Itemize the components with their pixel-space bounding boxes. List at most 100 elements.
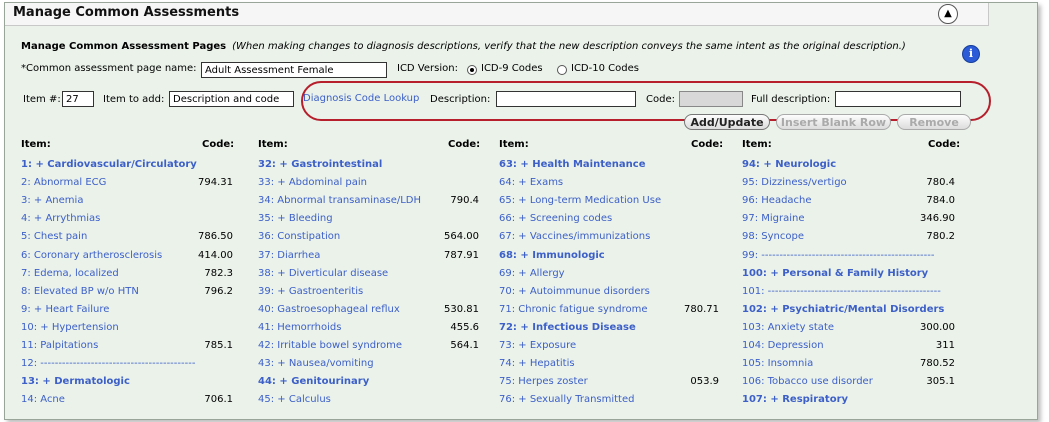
list-item[interactable]: 38: + Diverticular disease bbox=[258, 268, 388, 279]
col1-code-header: Code: bbox=[202, 139, 235, 150]
list-item[interactable]: 4: + Arrythmias bbox=[21, 213, 100, 224]
list-item[interactable]: 6: Coronary artherosclerosis bbox=[21, 250, 162, 261]
col1-item-header: Item: bbox=[21, 139, 51, 150]
list-item[interactable]: 37: Diarrhea bbox=[258, 250, 320, 261]
list-item[interactable]: 94: + Neurologic bbox=[742, 159, 836, 170]
info-icon[interactable]: i bbox=[962, 45, 980, 63]
list-item-code: 784.0 bbox=[926, 195, 955, 206]
list-item[interactable]: 11: Palpitations bbox=[21, 340, 98, 351]
list-item[interactable]: 102: + Psychiatric/Mental Disorders bbox=[742, 304, 944, 315]
list-item-code: 305.1 bbox=[926, 376, 955, 387]
list-item-code: 414.00 bbox=[198, 250, 233, 261]
list-item[interactable]: 99: ------------------------------------… bbox=[742, 250, 934, 261]
icd10-radio[interactable] bbox=[557, 65, 567, 75]
list-item[interactable]: 67: + Vaccines/immunizations bbox=[499, 231, 650, 242]
list-item[interactable]: 43: + Nausea/vomiting bbox=[258, 358, 374, 369]
collapse-up-icon[interactable]: ▲ bbox=[938, 4, 958, 24]
col3-item-header: Item: bbox=[499, 139, 529, 150]
list-item[interactable]: 5: Chest pain bbox=[21, 231, 87, 242]
list-item[interactable]: 101: -----------------------------------… bbox=[742, 286, 941, 297]
col4-item-header: Item: bbox=[742, 139, 772, 150]
list-item[interactable]: 8: Elevated BP w/o HTN bbox=[21, 286, 139, 297]
item-number-label: Item #: bbox=[23, 94, 61, 105]
list-item[interactable]: 74: + Hepatitis bbox=[499, 358, 575, 369]
list-item[interactable]: 14: Acne bbox=[21, 394, 65, 405]
list-item[interactable]: 42: Irritable bowel syndrome bbox=[258, 340, 402, 351]
list-item[interactable]: 70: + Autoimmunue disorders bbox=[499, 286, 650, 297]
title-bar: Manage Common Assessments ▲ bbox=[5, 3, 989, 26]
list-item[interactable]: 33: + Abdominal pain bbox=[258, 177, 367, 188]
page-name-label: *Common assessment page name: bbox=[21, 63, 197, 74]
list-item[interactable]: 32: + Gastrointestinal bbox=[258, 159, 382, 170]
icd9-radio[interactable] bbox=[467, 65, 477, 75]
list-item[interactable]: 45: + Calculus bbox=[258, 394, 331, 405]
list-item[interactable]: 73: + Exposure bbox=[499, 340, 576, 351]
list-item[interactable]: 65: + Long-term Medication Use bbox=[499, 195, 661, 206]
list-item-code: 780.52 bbox=[920, 358, 955, 369]
item-to-add-label: Item to add: bbox=[103, 94, 165, 105]
section-note: (When making changes to diagnosis descri… bbox=[232, 41, 906, 52]
list-item-code: 455.6 bbox=[450, 322, 479, 333]
list-item[interactable]: 76: + Sexually Transmitted bbox=[499, 394, 634, 405]
list-item-code: 706.1 bbox=[204, 394, 233, 405]
list-item-code: 790.4 bbox=[450, 195, 479, 206]
list-item-code: 794.31 bbox=[198, 177, 233, 188]
list-item[interactable]: 34: Abnormal transaminase/LDH bbox=[258, 195, 421, 206]
list-item[interactable]: 64: + Exams bbox=[499, 177, 563, 188]
list-item[interactable]: 63: + Health Maintenance bbox=[499, 159, 645, 170]
list-item[interactable]: 7: Edema, localized bbox=[21, 268, 119, 279]
icd10-label: ICD-10 Codes bbox=[571, 63, 639, 74]
list-item[interactable]: 13: + Dermatologic bbox=[21, 376, 130, 387]
assessments-panel: Manage Common Assessments ▲ Manage Commo… bbox=[4, 2, 1038, 420]
list-item-code: 346.90 bbox=[920, 213, 955, 224]
list-item-code: 780.71 bbox=[684, 304, 719, 315]
list-item-code: 300.00 bbox=[920, 322, 955, 333]
list-item-code: 787.91 bbox=[444, 250, 479, 261]
list-item[interactable]: 106: Tobacco use disorder bbox=[742, 376, 873, 387]
list-item[interactable]: 72: + Infectious Disease bbox=[499, 322, 636, 333]
col4-code-header: Code: bbox=[928, 139, 961, 150]
list-item[interactable]: 1: + Cardiovascular/Circulatory bbox=[21, 159, 197, 170]
col2-item-header: Item: bbox=[258, 139, 288, 150]
list-item[interactable]: 69: + Allergy bbox=[499, 268, 565, 279]
list-item[interactable]: 107: + Respiratory bbox=[742, 394, 848, 405]
list-item[interactable]: 2: Abnormal ECG bbox=[21, 177, 106, 188]
list-item[interactable]: 75: Herpes zoster bbox=[499, 376, 588, 387]
list-item[interactable]: 98: Syncope bbox=[742, 231, 804, 242]
icd9-label: ICD-9 Codes bbox=[481, 63, 543, 74]
list-item-code: 796.2 bbox=[204, 286, 233, 297]
list-item[interactable]: 10: + Hypertension bbox=[21, 322, 119, 333]
list-item[interactable]: 39: + Gastroenteritis bbox=[258, 286, 363, 297]
section-heading: Manage Common Assessment Pages bbox=[21, 41, 227, 52]
icd-version-label: ICD Version: bbox=[397, 63, 458, 74]
list-item[interactable]: 96: Headache bbox=[742, 195, 812, 206]
list-item[interactable]: 103: Anxiety state bbox=[742, 322, 834, 333]
page-title: Manage Common Assessments bbox=[13, 5, 240, 20]
list-item[interactable]: 97: Migraine bbox=[742, 213, 805, 224]
list-item[interactable]: 44: + Genitourinary bbox=[258, 376, 369, 387]
list-item[interactable]: 105: Insomnia bbox=[742, 358, 813, 369]
list-item[interactable]: 100: + Personal & Family History bbox=[742, 268, 928, 279]
remove-button[interactable]: Remove bbox=[897, 114, 971, 130]
list-item[interactable]: 41: Hemorrhoids bbox=[258, 322, 341, 333]
list-item[interactable]: 9: + Heart Failure bbox=[21, 304, 109, 315]
col2-code-header: Code: bbox=[448, 139, 481, 150]
list-item[interactable]: 12: ------------------------------------… bbox=[21, 358, 195, 369]
list-item[interactable]: 36: Constipation bbox=[258, 231, 340, 242]
list-item[interactable]: 71: Chronic fatigue syndrome bbox=[499, 304, 647, 315]
list-item[interactable]: 3: + Anemia bbox=[21, 195, 83, 206]
list-item[interactable]: 68: + Immunologic bbox=[499, 250, 605, 261]
item-to-add-input[interactable] bbox=[169, 91, 294, 107]
page-name-input[interactable] bbox=[201, 62, 387, 78]
list-item-code: 564.00 bbox=[444, 231, 479, 242]
list-item-code: 786.50 bbox=[198, 231, 233, 242]
list-item[interactable]: 95: Dizziness/vertigo bbox=[742, 177, 847, 188]
list-item[interactable]: 40: Gastroesophageal reflux bbox=[258, 304, 400, 315]
list-item-code: 780.2 bbox=[926, 231, 955, 242]
item-number-input[interactable] bbox=[62, 91, 94, 107]
list-item[interactable]: 104: Depression bbox=[742, 340, 824, 351]
list-item[interactable]: 35: + Bleeding bbox=[258, 213, 333, 224]
add-update-button[interactable]: Add/Update bbox=[684, 114, 770, 130]
insert-blank-row-button[interactable]: Insert Blank Row bbox=[776, 114, 891, 130]
list-item[interactable]: 66: + Screening codes bbox=[499, 213, 612, 224]
